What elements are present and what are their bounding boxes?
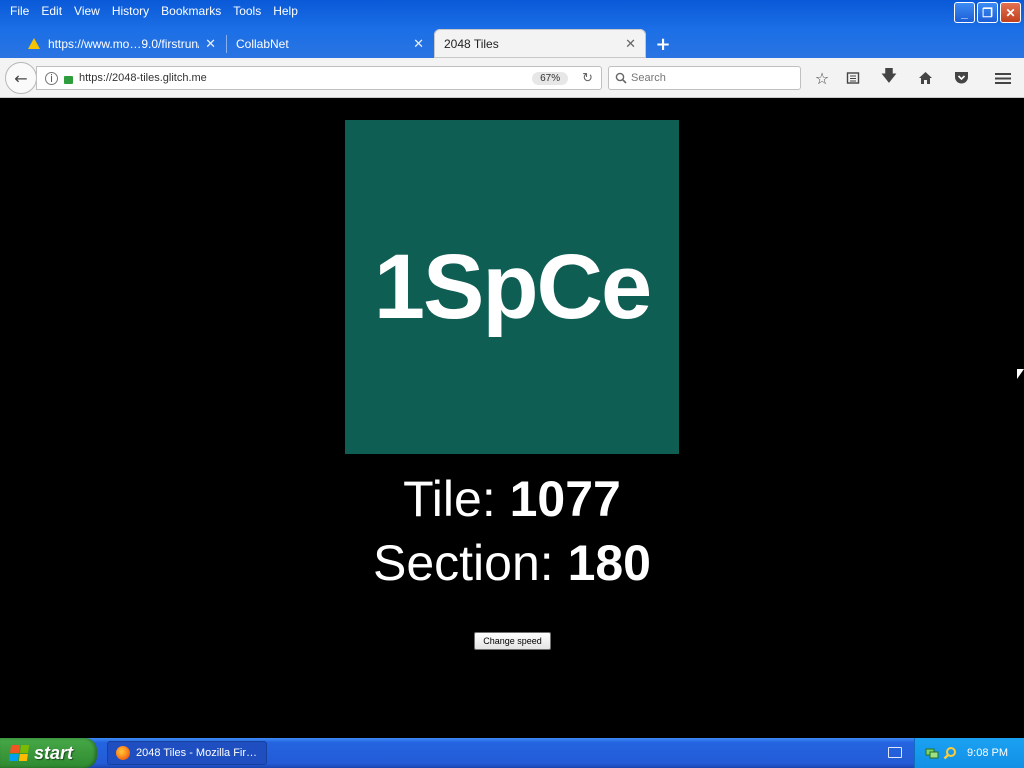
menu-tools[interactable]: Tools <box>227 4 267 18</box>
url-text[interactable]: https://2048-tiles.glitch.me <box>79 72 532 84</box>
restore-button[interactable]: ❐ <box>977 2 998 23</box>
tile-stat: Tile: 1077 <box>0 470 1024 528</box>
mouse-cursor-icon <box>1017 369 1024 379</box>
tile-label: 1SpCe <box>373 235 652 338</box>
tab-label: https://www.mo…9.0/firstrun/ <box>48 36 200 51</box>
menu-file[interactable]: File <box>4 4 35 18</box>
menu-bar: File Edit View History Bookmarks Tools H… <box>0 0 940 22</box>
tile-stat-label: Tile: <box>403 471 510 527</box>
tab-firstrun[interactable]: https://www.mo…9.0/firstrun/ ✕ <box>18 29 226 58</box>
taskbar-item-label: 2048 Tiles - Mozilla Fir… <box>136 747 258 759</box>
home-icon[interactable] <box>913 66 937 90</box>
tab-label: CollabNet <box>236 36 289 51</box>
search-tray-icon[interactable] <box>943 746 957 760</box>
start-button[interactable]: start <box>0 738 97 768</box>
back-button[interactable]: ← <box>5 62 37 94</box>
tile: 1SpCe <box>345 120 679 454</box>
back-arrow-icon: ← <box>14 68 28 88</box>
page-content: 1SpCe Tile: 1077 Section: 180 Change spe… <box>0 98 1024 738</box>
browser-chrome: File Edit View History Bookmarks Tools H… <box>0 0 1024 98</box>
reading-list-icon[interactable] <box>841 66 865 90</box>
start-label: start <box>34 742 74 763</box>
lock-icon <box>64 76 73 84</box>
pocket-icon[interactable] <box>949 66 973 90</box>
download-icon[interactable]: 🡇 <box>877 66 901 90</box>
menu-bookmarks[interactable]: Bookmarks <box>155 4 227 18</box>
hamburger-menu-icon[interactable] <box>991 66 1015 90</box>
info-icon[interactable]: i <box>45 71 58 85</box>
section-stat-label: Section: <box>373 535 568 591</box>
menu-edit[interactable]: Edit <box>35 4 68 18</box>
firefox-icon <box>116 746 130 760</box>
system-tray: 9:08 PM <box>914 738 1024 768</box>
search-bar[interactable]: Search <box>608 66 801 90</box>
window-controls: _ ❐ ✕ <box>954 2 1021 23</box>
tab-collabnet[interactable]: CollabNet ✕ <box>226 29 434 58</box>
tab-strip: https://www.mo…9.0/firstrun/ ✕ CollabNet… <box>0 29 1024 58</box>
close-tab-icon[interactable]: ✕ <box>625 36 636 52</box>
zoom-indicator[interactable]: 67% <box>532 71 569 85</box>
nav-bar: ← i https://2048-tiles.glitch.me 67% ↻ S… <box>0 58 1024 98</box>
tile-stat-value: 1077 <box>509 471 621 527</box>
section-stat: Section: 180 <box>0 534 1024 592</box>
taskbar: start 2048 Tiles - Mozilla Fir… 9:08 PM <box>0 738 1024 768</box>
taskbar-item-firefox[interactable]: 2048 Tiles - Mozilla Fir… <box>107 741 267 765</box>
menu-help[interactable]: Help <box>267 4 304 18</box>
close-window-button[interactable]: ✕ <box>1000 2 1021 23</box>
search-icon <box>615 72 627 84</box>
warning-icon <box>28 38 40 49</box>
menu-history[interactable]: History <box>106 4 155 18</box>
tab-label: 2048 Tiles <box>444 36 499 51</box>
keyboard-icon[interactable] <box>888 747 902 758</box>
windows-logo-icon <box>8 745 30 761</box>
new-tab-button[interactable]: + <box>652 33 674 55</box>
close-tab-icon[interactable]: ✕ <box>205 36 216 52</box>
menu-view[interactable]: View <box>68 4 106 18</box>
change-speed-button[interactable]: Change speed <box>474 632 551 650</box>
minimize-button[interactable]: _ <box>954 2 975 23</box>
close-tab-icon[interactable]: ✕ <box>413 36 424 52</box>
reload-icon[interactable]: ↻ <box>582 71 593 86</box>
search-placeholder: Search <box>631 72 666 84</box>
section-stat-value: 180 <box>567 535 651 591</box>
tab-2048-tiles[interactable]: 2048 Tiles ✕ <box>434 29 646 58</box>
bookmark-star-icon[interactable]: ☆ <box>810 66 834 90</box>
clock[interactable]: 9:08 PM <box>967 747 1008 759</box>
url-bar[interactable]: i https://2048-tiles.glitch.me 67% ↻ <box>36 66 602 90</box>
network-icon[interactable] <box>925 746 939 760</box>
